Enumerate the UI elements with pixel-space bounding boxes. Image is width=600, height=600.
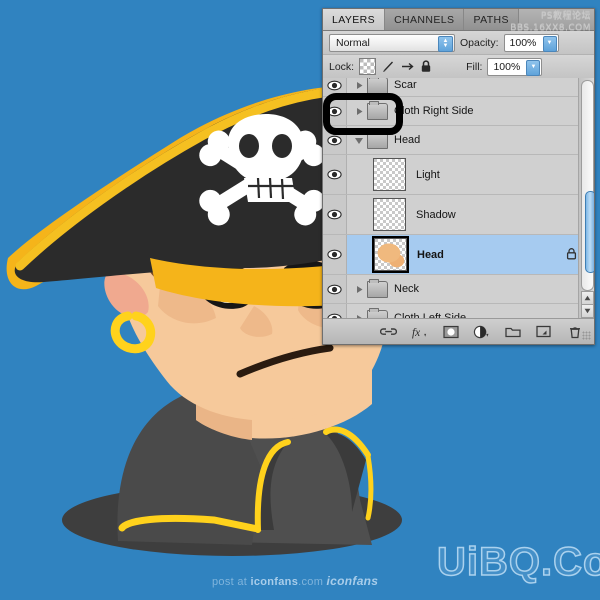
fill-label: Fill: <box>466 60 483 73</box>
skull-eye-right <box>272 134 292 158</box>
eye-icon <box>327 284 342 294</box>
chevron-right-icon[interactable] <box>351 107 367 116</box>
layer-thumbnail[interactable] <box>373 158 406 191</box>
layer-thumbnail[interactable] <box>373 198 406 231</box>
table-row[interactable]: Cloth Right Side <box>323 97 594 126</box>
visibility-toggle[interactable] <box>323 126 347 154</box>
layer-name: Light <box>416 168 440 181</box>
scroll-down-arrow-icon[interactable] <box>581 304 594 318</box>
layer-name: Cloth Right Side <box>394 105 474 117</box>
lock-options-row: Lock: Fill: 100% ▼ <box>323 55 594 135</box>
layer-name: Neck <box>394 283 420 295</box>
tab-paths[interactable]: PATHS <box>464 9 519 30</box>
visibility-toggle[interactable] <box>323 235 347 274</box>
chevron-right-icon[interactable] <box>351 81 367 90</box>
coat-right-edge-trim <box>365 453 374 521</box>
row-body: Neck <box>347 275 594 303</box>
opacity-input[interactable]: 100% ▼ <box>503 33 559 52</box>
watermark-prefix: post at <box>212 576 251 588</box>
photoshop-layers-panel[interactable]: LAYERS CHANNELS PATHS PS教程论坛 BBS.16XX8.C… <box>322 8 595 345</box>
layer-name: Head <box>394 134 421 146</box>
tab-layers[interactable]: LAYERS <box>323 9 386 30</box>
visibility-toggle[interactable] <box>323 78 347 96</box>
fx-icon[interactable]: fx <box>411 323 428 340</box>
layer-name: Scar <box>394 79 417 91</box>
folder-icon <box>367 129 388 149</box>
blend-options-row: Normal ▲ ▼ Opacity: 100% ▼ <box>323 31 594 55</box>
row-body: Cloth Left Side <box>347 304 594 319</box>
row-body: Head <box>347 235 594 274</box>
table-row[interactable]: Head <box>323 126 594 155</box>
mask-icon[interactable] <box>442 323 459 340</box>
opacity-chevron-down-icon[interactable]: ▼ <box>542 35 557 52</box>
blend-mode-value: Normal <box>336 36 370 49</box>
uibq-watermark: UiBQ.CoM <box>436 539 600 585</box>
checkerboard-icon[interactable] <box>359 58 377 75</box>
fill-value: 100% <box>493 60 521 73</box>
table-row[interactable]: Cloth Left Side <box>323 304 594 319</box>
layer-name: Shadow <box>416 208 456 221</box>
table-row[interactable]: Shadow <box>323 195 594 235</box>
skull-eye-left <box>239 134 259 158</box>
folder-icon <box>367 100 388 120</box>
row-body: Cloth Right Side <box>347 97 594 125</box>
layers-panel-toolbar: fx <box>323 318 594 344</box>
layers-vertical-scrollbar[interactable] <box>578 78 594 319</box>
resize-grip-icon[interactable] <box>582 331 591 340</box>
layer-thumbnail[interactable] <box>374 238 407 271</box>
eye-icon <box>327 209 342 220</box>
fill-chevron-down-icon[interactable]: ▼ <box>526 59 541 76</box>
visibility-toggle[interactable] <box>323 304 347 319</box>
table-row[interactable]: Scar <box>323 78 594 97</box>
scrollbar-track[interactable] <box>581 80 594 291</box>
visibility-toggle[interactable] <box>323 275 347 303</box>
link-icon[interactable] <box>380 323 397 340</box>
padlock-icon[interactable] <box>419 59 432 74</box>
folder-icon <box>367 278 388 298</box>
scrollbar-thumb[interactable] <box>585 191 594 273</box>
layer-list[interactable]: Scar Cloth Right Side Head Light Shadow … <box>323 78 594 319</box>
half-circle-icon[interactable] <box>473 323 490 340</box>
eye-icon <box>327 106 342 116</box>
chevron-down-icon[interactable] <box>351 136 367 145</box>
layer-locked-padlock-icon <box>566 247 577 263</box>
eye-icon <box>327 169 342 180</box>
layer-name: Head <box>417 248 444 261</box>
eye-icon <box>327 80 342 90</box>
visibility-toggle[interactable] <box>323 155 347 194</box>
visibility-toggle[interactable] <box>323 97 347 125</box>
opacity-label: Opacity: <box>460 36 499 49</box>
folder-icon[interactable] <box>504 323 521 340</box>
panel-tab-bar: LAYERS CHANNELS PATHS PS教程论坛 BBS.16XX8.C… <box>323 9 594 33</box>
eye-icon <box>327 135 342 145</box>
chevron-right-icon[interactable] <box>351 285 367 294</box>
row-body: Shadow <box>347 195 594 234</box>
scroll-up-arrow-icon[interactable] <box>581 291 594 305</box>
opacity-value: 100% <box>509 36 537 49</box>
brush-icon[interactable] <box>381 59 396 74</box>
fill-input[interactable]: 100% ▼ <box>487 57 543 76</box>
table-row[interactable]: Neck <box>323 275 594 304</box>
row-body: Scar <box>347 78 594 96</box>
new-layer-icon[interactable] <box>535 323 552 340</box>
iconfans-watermark: post at iconfans.com iconfans <box>212 574 378 588</box>
eye-icon <box>327 249 342 260</box>
folder-icon <box>367 78 388 94</box>
trash-icon[interactable] <box>566 323 583 340</box>
move-arrows-icon[interactable] <box>401 59 414 74</box>
tab-channels[interactable]: CHANNELS <box>385 9 465 30</box>
lock-label: Lock: <box>329 60 355 73</box>
watermark-site: iconfans <box>250 576 299 588</box>
table-row[interactable]: Light <box>323 155 594 195</box>
row-body: Light <box>347 155 594 194</box>
svg-text:fx: fx <box>412 326 420 338</box>
table-row[interactable]: Head <box>323 235 594 275</box>
watermark-suffix: .com <box>298 576 324 588</box>
iconfans-logo: iconfans <box>326 574 379 588</box>
chevron-updown-icon[interactable]: ▲ ▼ <box>438 35 453 52</box>
row-body: Head <box>347 126 594 154</box>
blend-mode-select[interactable]: Normal ▲ ▼ <box>329 33 455 52</box>
visibility-toggle[interactable] <box>323 195 347 234</box>
screenshot-root: post at iconfans.com iconfans UiBQ.CoM L… <box>0 0 600 600</box>
